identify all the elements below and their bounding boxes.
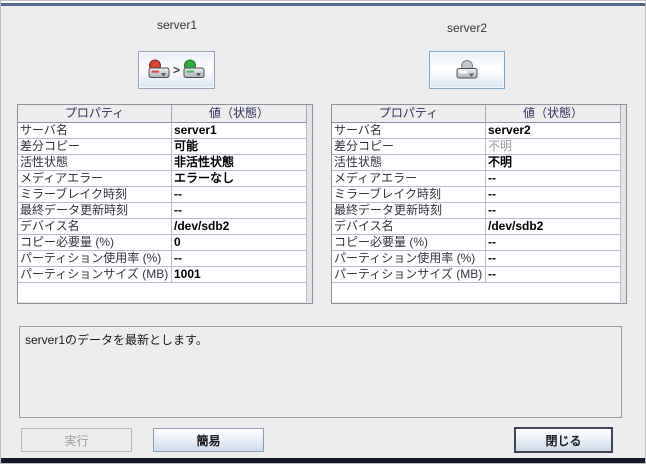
value-cell: 可能 [172,139,307,155]
property-cell: デバイス名 [18,219,172,235]
mirror-disk-helper-dialog: server1 > [0,0,646,464]
table-row[interactable]: メディアエラー-- [332,171,621,187]
value-cell: -- [486,235,621,251]
table-row[interactable]: コピー必要量 (%)0 [18,235,307,251]
value-cell: 1001 [172,267,307,283]
close-button[interactable]: 閉じる [514,427,613,453]
server1-mirror-copy-button[interactable]: > [138,51,215,89]
table-row[interactable]: ミラーブレイク時刻-- [332,187,621,203]
server2-label: server2 [407,21,527,35]
table-row[interactable]: デバイス名/dev/sdb2 [18,219,307,235]
value-cell: -- [486,267,621,283]
property-cell: 活性状態 [18,155,172,171]
table-empty-area [18,283,307,302]
value-cell: -- [486,187,621,203]
property-cell: 最終データ更新時刻 [18,203,172,219]
table-row[interactable]: 差分コピー可能 [18,139,307,155]
table-row[interactable]: サーバ名server2 [332,123,621,139]
server1-property-table: プロパティ 値（状態） サーバ名server1差分コピー可能活性状態非活性状態メ… [18,105,307,302]
property-column-header: プロパティ [332,105,486,123]
disk-copy-red-to-green-icon: > [147,59,206,81]
table-row[interactable]: コピー必要量 (%)-- [332,235,621,251]
property-cell: パーティションサイズ (MB) [18,267,172,283]
table-row[interactable]: 最終データ更新時刻-- [18,203,307,219]
table-row[interactable]: 差分コピー不明 [332,139,621,155]
simple-button[interactable]: 簡易 [153,428,264,452]
value-cell: /dev/sdb2 [486,219,621,235]
disk-unknown-gray-icon [454,59,480,81]
value-cell: 不明 [486,139,621,155]
green-disk-icon [182,59,206,81]
table-row[interactable]: ミラーブレイク時刻-- [18,187,307,203]
execute-button: 実行 [21,428,132,452]
value-cell: server1 [172,123,307,139]
value-column-header: 値（状態） [486,105,621,123]
table-row[interactable]: 最終データ更新時刻-- [332,203,621,219]
table-empty-area [332,283,621,302]
value-cell: -- [486,203,621,219]
value-cell: 非活性状態 [172,155,307,171]
server1-table-pane: プロパティ 値（状態） サーバ名server1差分コピー可能活性状態非活性状態メ… [17,104,313,304]
bottom-bar [1,458,645,463]
table-header-row: プロパティ 値（状態） [332,105,621,123]
server2-disk-status-button[interactable] [429,51,505,89]
property-cell: 差分コピー [332,139,486,155]
value-cell: -- [486,171,621,187]
value-cell: 不明 [486,155,621,171]
property-cell: デバイス名 [332,219,486,235]
value-cell: -- [172,203,307,219]
server1-table-body: サーバ名server1差分コピー可能活性状態非活性状態メディアエラーエラーなしミ… [18,123,307,283]
status-message-panel: server1のデータを最新とします。 [19,326,622,418]
property-cell: 最終データ更新時刻 [332,203,486,219]
value-cell: -- [486,251,621,267]
property-cell: ミラーブレイク時刻 [18,187,172,203]
property-cell: 活性状態 [332,155,486,171]
table-row[interactable]: サーバ名server1 [18,123,307,139]
table-header-row: プロパティ 値（状態） [18,105,307,123]
table-row[interactable]: パーティションサイズ (MB)-- [332,267,621,283]
red-disk-icon [147,59,171,81]
gray-disk-icon [454,59,480,81]
copy-direction-arrow: > [172,64,181,76]
value-cell: 0 [172,235,307,251]
server2-property-table: プロパティ 値（状態） サーバ名server2差分コピー不明活性状態不明メディア… [332,105,621,302]
property-cell: パーティション使用率 (%) [332,251,486,267]
server2-table-body: サーバ名server2差分コピー不明活性状態不明メディアエラー--ミラーブレイク… [332,123,621,283]
property-cell: パーティション使用率 (%) [18,251,172,267]
property-cell: メディアエラー [332,171,486,187]
table-row[interactable]: パーティションサイズ (MB)1001 [18,267,307,283]
value-cell: /dev/sdb2 [172,219,307,235]
property-cell: サーバ名 [332,123,486,139]
value-cell: -- [172,251,307,267]
property-cell: ミラーブレイク時刻 [332,187,486,203]
property-cell: パーティションサイズ (MB) [332,267,486,283]
value-cell: server2 [486,123,621,139]
value-column-header: 値（状態） [172,105,307,123]
table-row[interactable]: 活性状態不明 [332,155,621,171]
value-cell: エラーなし [172,171,307,187]
property-cell: コピー必要量 (%) [332,235,486,251]
table-row[interactable]: デバイス名/dev/sdb2 [332,219,621,235]
table-row[interactable]: 活性状態非活性状態 [18,155,307,171]
status-message-text: server1のデータを最新とします。 [25,333,208,347]
table-row[interactable]: メディアエラーエラーなし [18,171,307,187]
property-cell: サーバ名 [18,123,172,139]
server1-label: server1 [117,18,237,32]
property-cell: 差分コピー [18,139,172,155]
property-cell: メディアエラー [18,171,172,187]
table-row[interactable]: パーティション使用率 (%)-- [332,251,621,267]
table-row[interactable]: パーティション使用率 (%)-- [18,251,307,267]
property-column-header: プロパティ [18,105,172,123]
value-cell: -- [172,187,307,203]
property-cell: コピー必要量 (%) [18,235,172,251]
server2-table-pane: プロパティ 値（状態） サーバ名server2差分コピー不明活性状態不明メディア… [331,104,627,304]
top-strip [1,3,645,6]
